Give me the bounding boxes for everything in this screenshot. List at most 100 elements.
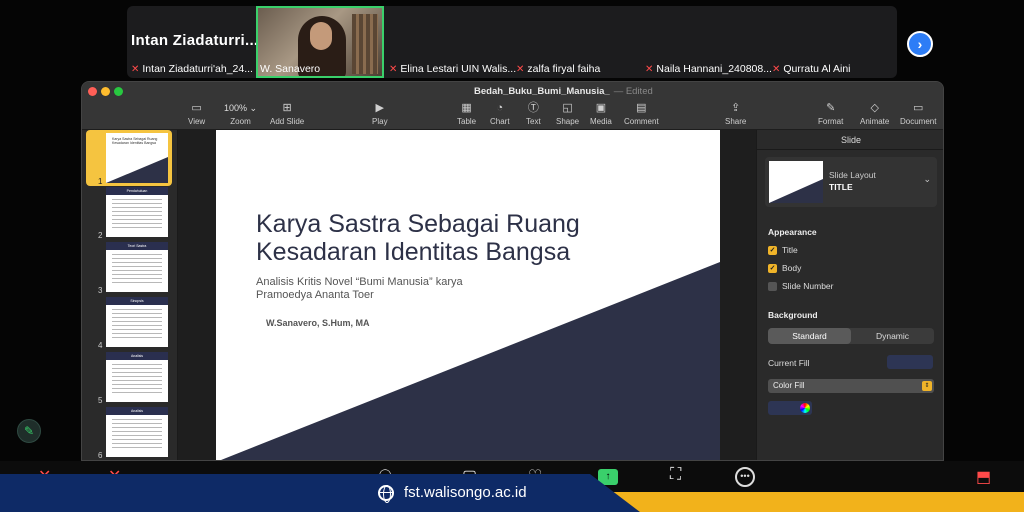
slide-thumbnail-3[interactable]: Teori Sastra 3 bbox=[86, 239, 172, 295]
media-button[interactable]: ▣ Media bbox=[590, 101, 612, 126]
thumbnail-image: Analisis bbox=[106, 352, 168, 402]
participant-4[interactable]: ✕ zalfa firyal faiha bbox=[516, 63, 600, 75]
slide-layout-picker[interactable]: Slide Layout TITLE ⌄ bbox=[765, 157, 937, 207]
footer-gold-stripe bbox=[610, 492, 1024, 512]
apps-icon[interactable]: ⛶ bbox=[670, 466, 681, 484]
share-button[interactable]: ⇪ Share bbox=[725, 101, 746, 126]
play-icon: ▶ bbox=[375, 102, 385, 114]
minimize-window-button[interactable] bbox=[101, 87, 110, 96]
format-brush-icon: ✎ bbox=[826, 102, 836, 114]
color-well[interactable] bbox=[768, 401, 812, 415]
maximize-window-button[interactable] bbox=[114, 87, 123, 96]
share-icon: ⇪ bbox=[731, 102, 741, 114]
document-icon: ▭ bbox=[913, 102, 924, 114]
speaker-face bbox=[310, 22, 332, 50]
leave-meeting-icon[interactable]: ⬒ bbox=[976, 467, 991, 487]
shape-icon: ◱ bbox=[562, 102, 573, 114]
text-button[interactable]: Ⓣ Text bbox=[526, 101, 541, 126]
screen: Intan Ziadaturri... ✕ Intan Ziadaturri'ah… bbox=[0, 0, 1024, 512]
thumbnail-text-lines bbox=[112, 364, 162, 394]
document-title: Bedah_Buku_Bumi_Manusia_ — Edited bbox=[474, 86, 653, 97]
slide-subtitle-line-2: Pramoedya Ananta Toer bbox=[256, 289, 374, 301]
layout-triangle bbox=[769, 179, 823, 203]
website-url: fst.walisongo.ac.id bbox=[404, 484, 527, 501]
participant-names-row: ✕ Intan Ziadaturri'ah_24... W. Sanavero ✕… bbox=[127, 62, 897, 78]
slide-subtitle[interactable]: Analisis Kritis Novel “Bumi Manusia” kar… bbox=[256, 276, 556, 302]
view-button[interactable]: ▭ View bbox=[188, 101, 205, 126]
pencil-icon: ✎ bbox=[23, 424, 35, 438]
slide-number-checkbox[interactable]: Slide Number bbox=[768, 281, 834, 291]
animate-icon: ◇ bbox=[870, 102, 879, 114]
comment-button[interactable]: ▤ Comment bbox=[624, 101, 659, 126]
table-button[interactable]: ▦ Table bbox=[457, 101, 476, 126]
color-wheel-icon bbox=[800, 403, 810, 413]
layout-thumbnail bbox=[769, 161, 823, 203]
chevron-right-icon: › bbox=[917, 36, 923, 52]
layout-value: TITLE bbox=[829, 182, 853, 192]
format-inspector: Slide Slide Layout TITLE ⌄ Appearance ✓ T… bbox=[756, 130, 943, 460]
slide-thumbnail-4[interactable]: Sinopsis 4 bbox=[86, 294, 172, 350]
dynamic-tab[interactable]: Dynamic bbox=[851, 328, 934, 344]
zoom-menu[interactable]: 100% ⌄ Zoom bbox=[224, 101, 257, 126]
add-slide-button[interactable]: ⊞ Add Slide bbox=[270, 101, 304, 126]
participant-strip: Intan Ziadaturri... ✕ Intan Ziadaturri'ah… bbox=[127, 6, 897, 78]
participant-5[interactable]: ✕ Naila Hannani_240808... bbox=[645, 63, 772, 75]
layout-label: Slide Layout bbox=[829, 170, 876, 180]
participant-1[interactable]: ✕ Intan Ziadaturri'ah_24... bbox=[131, 63, 253, 75]
slide-thumbnail-1[interactable]: Karya Sastra Sebagai Ruang Kesadaran Ide… bbox=[86, 130, 172, 186]
slide-title-line-2: Kesadaran Identitas Bangsa bbox=[256, 238, 571, 266]
fill-type-select[interactable]: Color Fill ⇕ bbox=[768, 379, 934, 393]
body-checkbox[interactable]: ✓ Body bbox=[768, 263, 801, 273]
participant-3[interactable]: ✕ Elina Lestari UIN Walis... bbox=[389, 63, 516, 75]
thumbnail-image: Sinopsis bbox=[106, 297, 168, 347]
add-slide-icon: ⊞ bbox=[282, 102, 292, 114]
animate-button[interactable]: ◇ Animate bbox=[860, 101, 889, 126]
keynote-window: Bedah_Buku_Bumi_Manusia_ — Edited ▭ View 1… bbox=[81, 81, 944, 461]
comment-icon: ▤ bbox=[636, 102, 647, 114]
chart-icon: ◔ bbox=[496, 102, 504, 114]
shape-button[interactable]: ◱ Shape bbox=[556, 101, 579, 126]
document-button[interactable]: ▭ Document bbox=[900, 101, 936, 126]
more-options-icon[interactable]: ••• bbox=[735, 467, 755, 487]
thumbnail-title: Teori Sastra bbox=[106, 242, 168, 250]
next-page-button[interactable]: › bbox=[907, 31, 933, 57]
slide-title[interactable]: Karya Sastra Sebagai Ruang Kesadaran Ide… bbox=[256, 210, 656, 266]
mic-muted-icon: ✕ bbox=[772, 63, 781, 75]
table-icon: ▦ bbox=[461, 102, 472, 114]
current-fill-swatch[interactable] bbox=[887, 355, 933, 369]
thumbnail-title: Analisis bbox=[106, 407, 168, 415]
slide-thumbnail-5[interactable]: Analisis 5 bbox=[86, 349, 172, 405]
checkmark-icon: ✓ bbox=[768, 263, 777, 273]
title-checkbox[interactable]: ✓ Title bbox=[768, 245, 798, 255]
chart-button[interactable]: ◔ Chart bbox=[490, 101, 510, 126]
current-slide[interactable]: Karya Sastra Sebagai Ruang Kesadaran Ide… bbox=[216, 130, 720, 460]
mic-muted-icon: ✕ bbox=[516, 63, 525, 75]
checkmark-icon: ✓ bbox=[768, 245, 777, 255]
thumbnail-title: Analisis bbox=[106, 352, 168, 360]
toolbar: Bedah_Buku_Bumi_Manusia_ — Edited ▭ View 1… bbox=[82, 82, 943, 130]
slide-thumbnail-2[interactable]: Pendahuluan 2 bbox=[86, 184, 172, 240]
mic-muted-icon: ✕ bbox=[645, 63, 654, 75]
slide-thumbnail-6[interactable]: Analisis 6 bbox=[86, 404, 172, 460]
thumbnail-image: Karya Sastra Sebagai Ruang Kesadaran Ide… bbox=[106, 133, 168, 183]
slide-author[interactable]: W.Sanavero, S.Hum, MA bbox=[266, 318, 370, 328]
play-button[interactable]: ▶ Play bbox=[372, 101, 388, 126]
slide-canvas: Karya Sastra Sebagai Ruang Kesadaran Ide… bbox=[178, 130, 756, 460]
format-button[interactable]: ✎ Format bbox=[818, 101, 843, 126]
standard-tab[interactable]: Standard bbox=[768, 328, 851, 344]
annotate-pencil-button[interactable]: ✎ bbox=[17, 419, 41, 443]
text-icon: Ⓣ bbox=[527, 102, 539, 114]
current-fill-label: Current Fill bbox=[768, 358, 810, 368]
thumbnail-image: Analisis bbox=[106, 407, 168, 457]
view-icon: ▭ bbox=[191, 102, 202, 114]
mic-muted-icon: ✕ bbox=[389, 63, 398, 75]
appearance-heading: Appearance bbox=[768, 227, 817, 237]
thumbnail-text-lines bbox=[112, 199, 162, 229]
inspector-header: Slide bbox=[757, 130, 943, 150]
close-window-button[interactable] bbox=[88, 87, 97, 96]
background-mode-toggle: Standard Dynamic bbox=[768, 328, 934, 344]
thumbnail-title: Pendahuluan bbox=[106, 187, 168, 195]
slide-title-line-1: Karya Sastra Sebagai Ruang bbox=[256, 210, 580, 238]
participant-2[interactable]: W. Sanavero bbox=[260, 63, 320, 75]
participant-6[interactable]: ✕ Qurratu Al Aini bbox=[772, 63, 851, 75]
